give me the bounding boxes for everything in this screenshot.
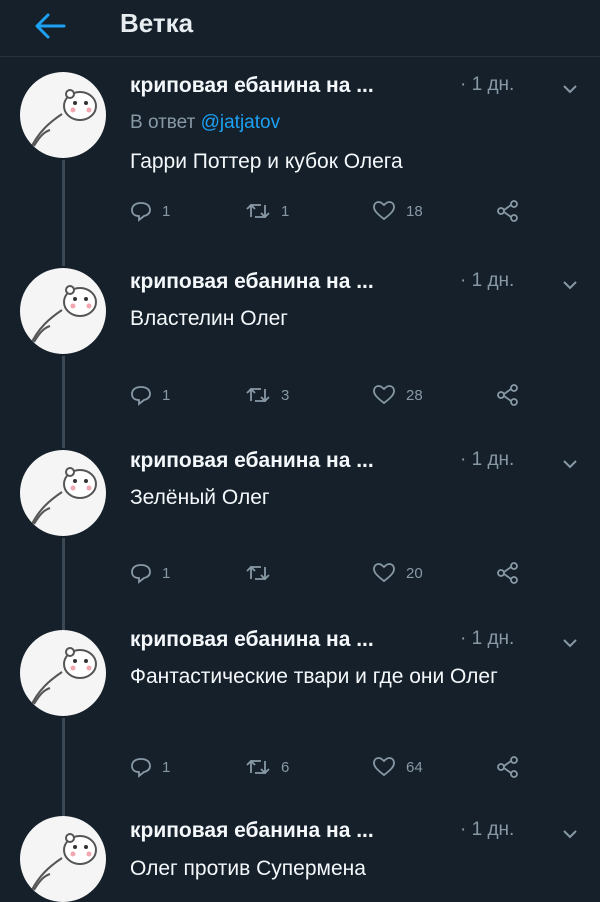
tweet-text: Гарри Поттер и кубок Олега [130,150,403,173]
reply-button[interactable]: 1 [130,754,170,780]
timestamp[interactable]: · 1 дн. [460,449,514,471]
author-name[interactable]: криповая ебанина на ... [130,819,374,843]
reply-icon [131,202,151,222]
like-count: 28 [406,386,423,404]
author-name[interactable]: криповая ебанина на ... [130,628,374,652]
avatar[interactable] [20,630,106,716]
back-arrow-icon[interactable] [30,10,70,42]
chevron-down-icon[interactable] [562,457,578,469]
tweet-text: Фантастические твари и где они Олег [130,665,498,688]
heart-icon [373,757,395,777]
reply-button[interactable]: 1 [130,382,170,408]
reply-button[interactable]: 1 [130,198,170,224]
reply-context: В ответ @jatjatov [130,112,280,134]
thread-line [62,538,65,630]
tweet-text: Зелёный Олег [130,486,270,509]
tweet-text: Олег против Супермена [130,857,366,880]
thread-line [62,160,65,266]
retweet-count: 1 [281,202,290,220]
reply-icon [131,564,151,584]
timestamp[interactable]: · 1 дн. [460,74,514,96]
share-icon [497,562,518,584]
retweet-icon [246,203,270,219]
heart-icon [373,385,395,405]
share-icon [497,756,518,778]
like-button[interactable]: 20 [372,560,423,586]
chevron-down-icon[interactable] [562,827,578,839]
retweet-button[interactable] [245,560,281,586]
reply-button[interactable]: 1 [130,560,170,586]
heart-icon [373,201,395,221]
author-name[interactable]: криповая ебанина на ... [130,270,374,294]
retweet-button[interactable]: 6 [245,754,289,780]
reply-handle-link[interactable]: @jatjatov [201,112,281,133]
retweet-icon [246,759,270,775]
timestamp[interactable]: · 1 дн. [460,270,514,292]
author-name[interactable]: криповая ебанина на ... [130,449,374,473]
page-title: Ветка [120,8,194,38]
reply-count: 1 [162,564,171,582]
retweet-button[interactable]: 3 [245,382,289,408]
share-button[interactable] [496,382,520,408]
avatar[interactable] [20,816,106,902]
reply-count: 1 [162,758,171,776]
share-icon [497,384,518,406]
avatar[interactable] [20,450,106,536]
like-button[interactable]: 28 [372,382,423,408]
like-button[interactable]: 18 [372,198,423,224]
retweet-button[interactable]: 1 [245,198,289,224]
thread-line [62,718,65,820]
chevron-down-icon[interactable] [562,278,578,290]
timestamp[interactable]: · 1 дн. [460,819,514,841]
chevron-down-icon[interactable] [562,82,578,94]
avatar[interactable] [20,72,106,158]
like-count: 18 [406,202,423,220]
chevron-down-icon[interactable] [562,636,578,648]
retweet-count: 6 [281,758,290,776]
share-icon [497,200,518,222]
share-button[interactable] [496,198,520,224]
reply-icon [131,758,151,778]
like-count: 64 [406,758,423,776]
share-button[interactable] [496,560,520,586]
avatar[interactable] [20,268,106,354]
reply-prefix: В ответ [130,112,196,133]
tweet-text: Властелин Олег [130,307,288,330]
top-bar: Ветка [0,0,600,57]
retweet-icon [246,565,270,581]
reply-count: 1 [162,202,171,220]
like-count: 20 [406,564,423,582]
reply-icon [131,386,151,406]
heart-icon [373,563,395,583]
retweet-count: 3 [281,386,290,404]
share-button[interactable] [496,754,520,780]
reply-count: 1 [162,386,171,404]
retweet-icon [246,387,270,403]
like-button[interactable]: 64 [372,754,423,780]
thread-line [62,356,65,448]
timestamp[interactable]: · 1 дн. [460,628,514,650]
author-name[interactable]: криповая ебанина на ... [130,74,374,98]
